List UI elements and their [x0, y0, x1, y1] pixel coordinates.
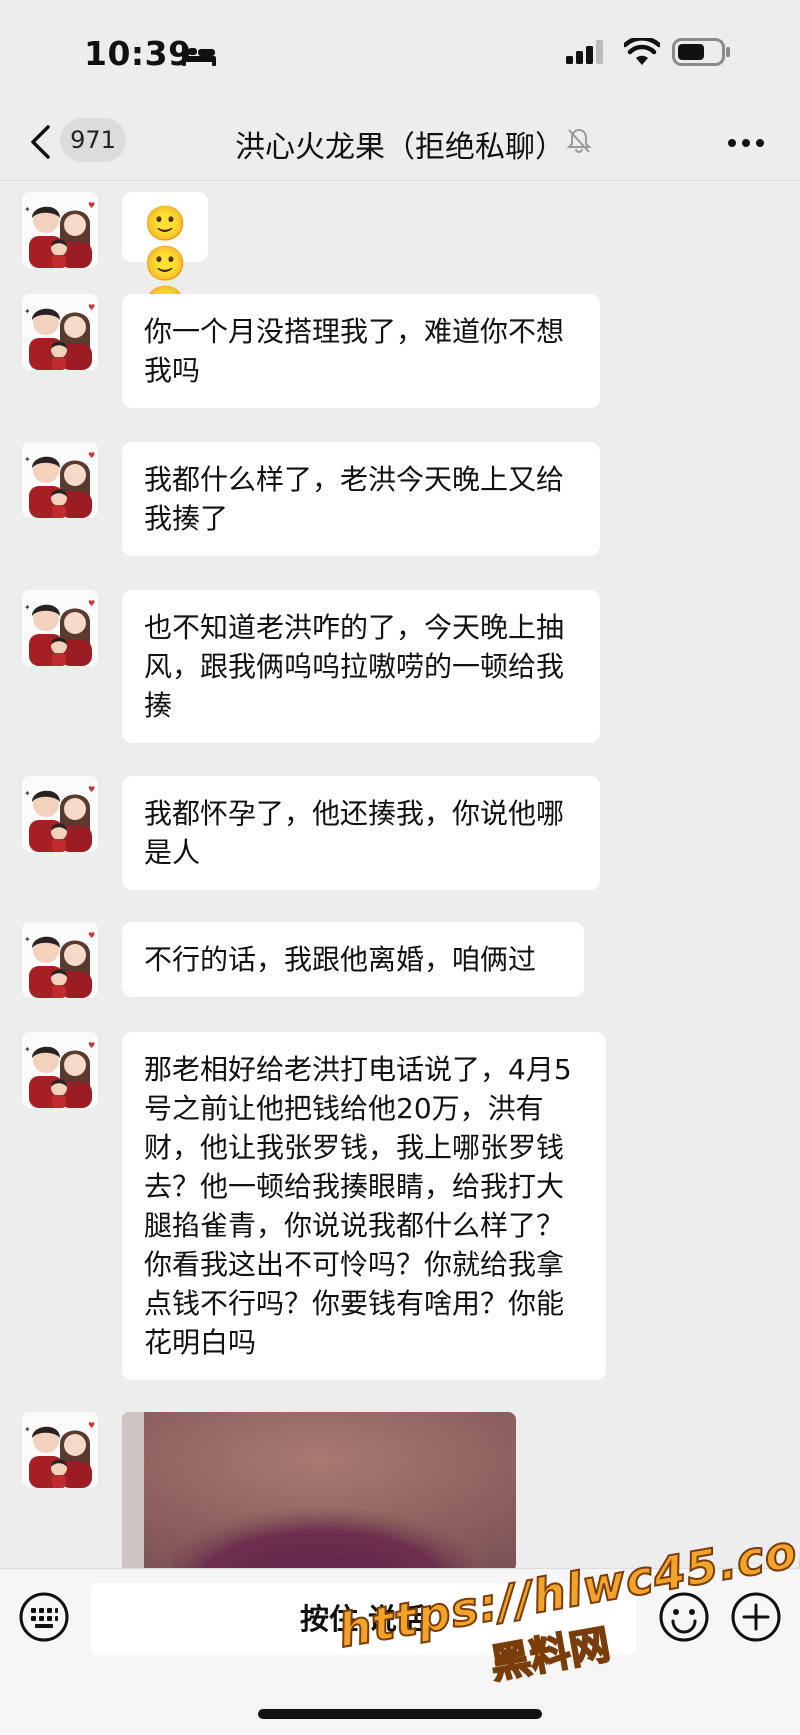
bruise-photo — [122, 1412, 516, 1572]
message-bubble[interactable]: 不行的话，我跟他离婚，咱俩过 — [122, 922, 584, 997]
image-message[interactable] — [122, 1412, 516, 1572]
sender-avatar[interactable] — [22, 442, 98, 518]
sender-avatar[interactable] — [22, 1032, 98, 1108]
sleep-focus-icon — [182, 46, 216, 66]
emoji-icon[interactable] — [658, 1591, 710, 1643]
message-bubble[interactable]: 我都什么样了，老洪今天晚上又给我揍了 — [122, 442, 600, 556]
wifi-icon — [624, 38, 660, 65]
sender-avatar[interactable] — [22, 776, 98, 852]
chat-title: 洪心火龙果（拒绝私聊） — [235, 130, 565, 165]
message-bubble[interactable]: 🙂🙂🙂 — [122, 192, 209, 324]
muted-bell-icon — [566, 128, 592, 153]
chat-header: 971 洪心火龙果（拒绝私聊） — [0, 100, 800, 181]
cellular-signal-icon — [566, 40, 603, 64]
message-bubble[interactable]: 你一个月没搭理我了，难道你不想我吗 — [122, 294, 600, 408]
message-bubble[interactable]: 我都怀孕了，他还揍我，你说他哪是人 — [122, 776, 600, 890]
status-time: 10:39 — [84, 34, 192, 73]
status-bar: 10:39 — [0, 0, 800, 100]
chat-screen: 10:39 971 洪心火龙果（拒绝私聊） 🙂🙂 你一个月没搭理我了，难道你不想… — [0, 0, 800, 1735]
message-bubble[interactable]: 那老相好给老洪打电话说了，4月5号之前让他把钱给他20万，洪有财，他让我张罗钱，… — [122, 1032, 606, 1380]
more-options-icon[interactable] — [727, 138, 765, 148]
sender-avatar[interactable] — [22, 192, 98, 268]
sender-avatar[interactable] — [22, 1412, 98, 1488]
sender-avatar[interactable] — [22, 294, 98, 370]
sender-avatar[interactable] — [22, 922, 98, 998]
message-bubble[interactable]: 也不知道老洪咋的了，今天晚上抽风，跟我俩呜呜拉嗷唠的一顿给我揍 — [122, 590, 600, 743]
plus-icon[interactable] — [730, 1591, 782, 1643]
home-indicator[interactable] — [258, 1709, 542, 1719]
hold-to-talk-button[interactable]: 按住 说话 — [90, 1583, 636, 1655]
keyboard-icon[interactable] — [18, 1591, 70, 1643]
sender-avatar[interactable] — [22, 590, 98, 666]
battery-icon — [672, 38, 730, 66]
input-bar: 按住 说话 — [0, 1568, 800, 1735]
